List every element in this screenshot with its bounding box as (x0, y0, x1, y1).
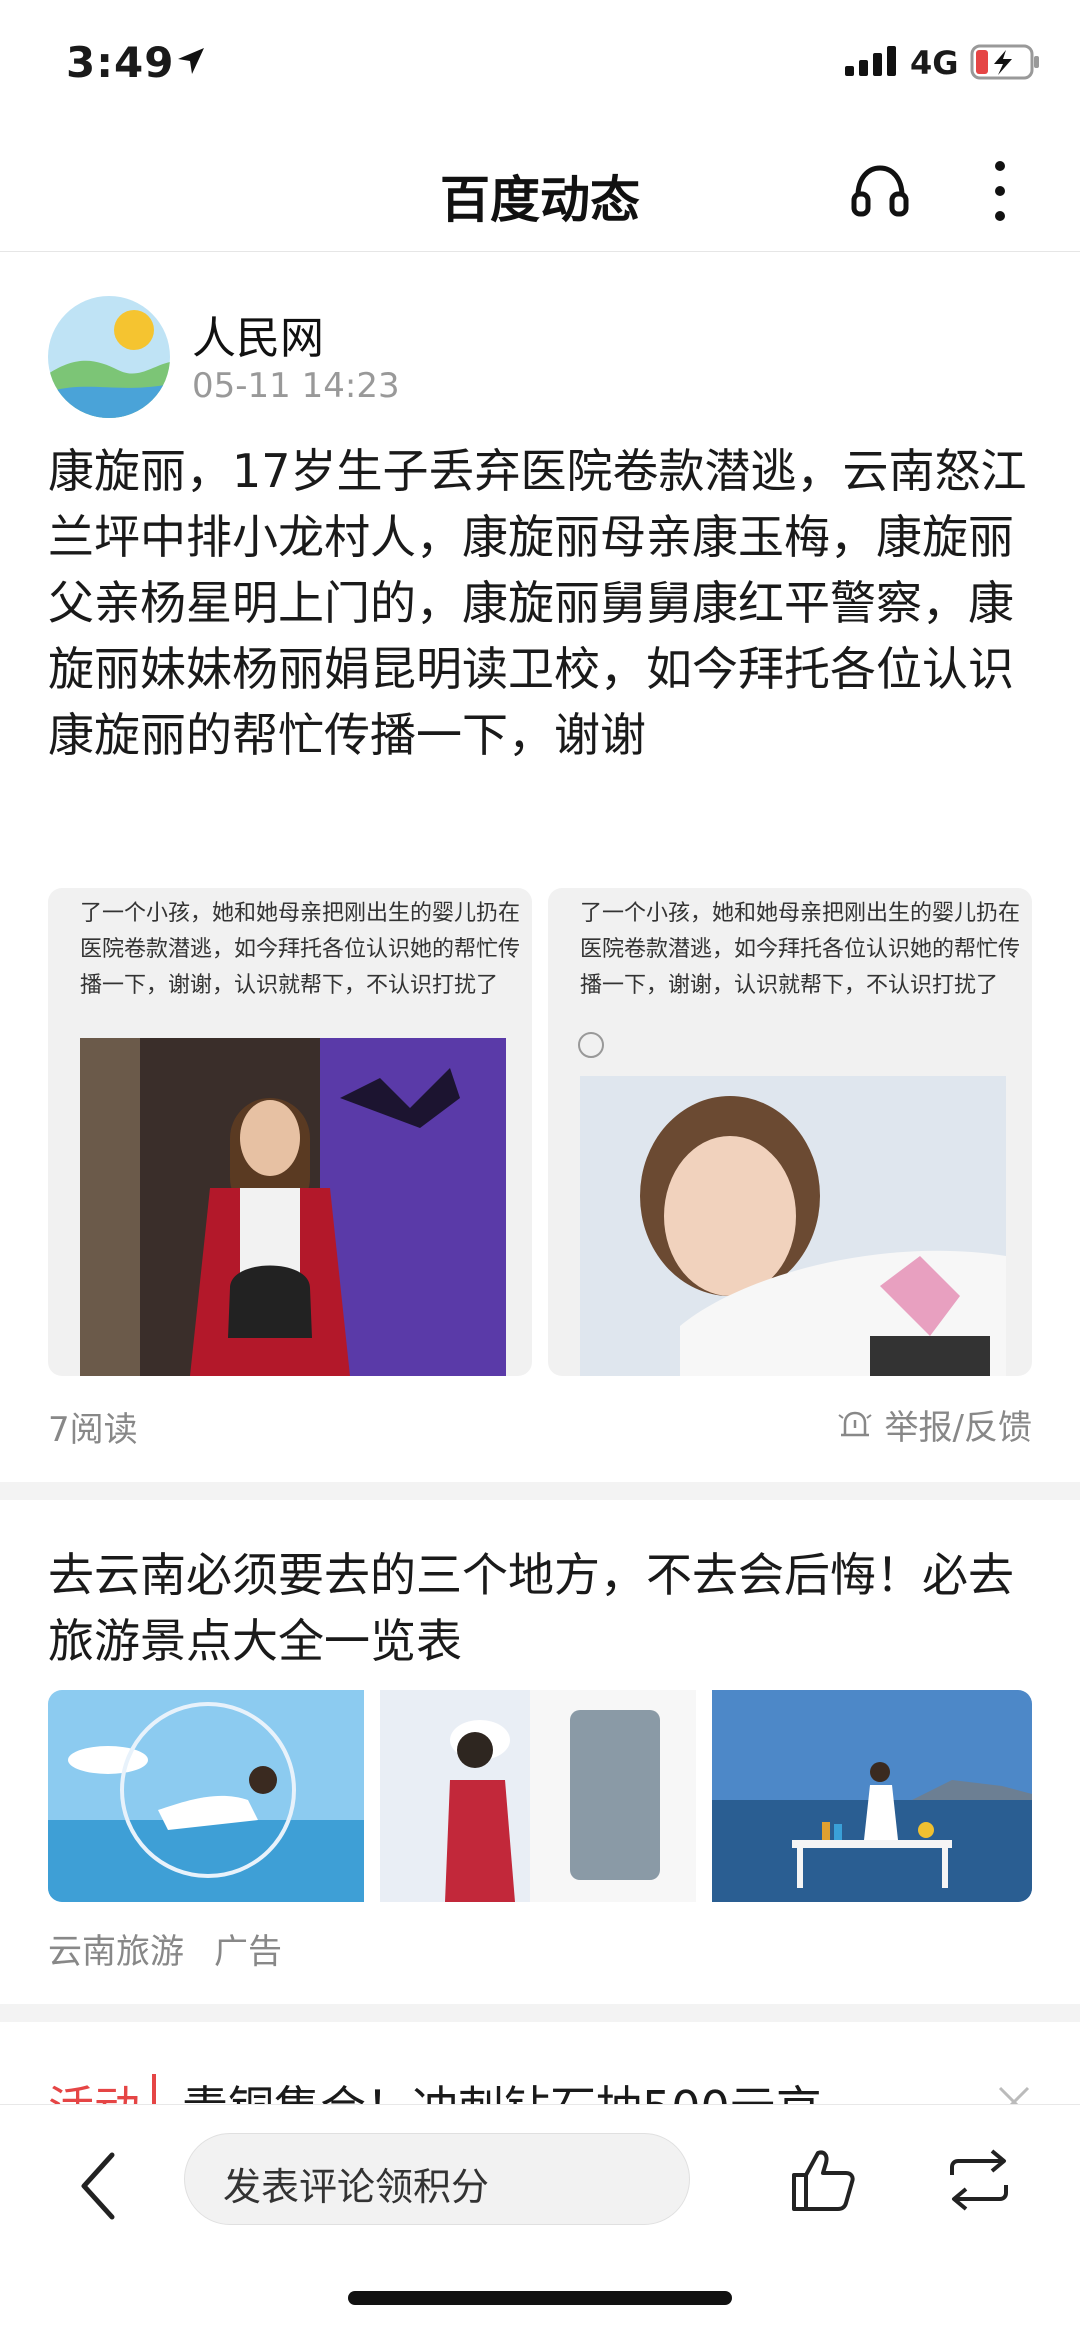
repost-icon[interactable] (944, 2145, 1014, 2215)
status-bar: 3:49 4G (0, 0, 1080, 130)
ad-card[interactable]: 去云南必须要去的三个地方，不去会后悔！必去旅游景点大全一览表 云南旅游 广告 (0, 1502, 1080, 2002)
section-divider (0, 1482, 1080, 1500)
post-card: 人民网 05-11 14:23 康旋丽，17岁生子丢弃医院卷款潜逃，云南怒江兰坪… (0, 252, 1080, 1482)
report-label: 举报/反馈 (884, 1408, 1032, 1448)
bottom-bar: 发表评论领积分 (0, 2104, 1080, 2338)
headset-icon[interactable] (848, 158, 912, 222)
thumbs-up-icon[interactable] (788, 2145, 858, 2215)
status-time: 3:49 (66, 38, 175, 87)
ad-image-2 (380, 1690, 696, 1902)
ad-images[interactable] (48, 1690, 1032, 1902)
signal-icon (845, 46, 896, 76)
comment-placeholder: 发表评论领积分 (223, 2165, 490, 2209)
post-text: 康旋丽，17岁生子丢弃医院卷款潜逃，云南怒江兰坪中排小龙村人，康旋丽母亲康玉梅，… (48, 444, 1027, 762)
ad-source: 云南旅游 (48, 1932, 184, 1972)
report-button[interactable]: 举报/反馈 (837, 1400, 1032, 1449)
post-time: 05-11 14:23 (192, 366, 400, 406)
screenshot-caption: 了一个小孩，她和她母亲把刚出生的婴儿扔在医院卷款潜逃，如今拜托各位认识她的帮忙传… (580, 901, 1021, 998)
page-title: 百度动态 (440, 171, 640, 229)
location-arrow-icon (178, 48, 204, 74)
post-image-right[interactable]: 了一个小孩，她和她母亲把刚出生的婴儿扔在医院卷款潜逃，如今拜托各位认识她的帮忙传… (548, 888, 1032, 1376)
screenshot-caption: 了一个小孩，她和她母亲把刚出生的婴儿扔在医院卷款潜逃，如今拜托各位认识她的帮忙传… (80, 901, 521, 998)
ad-badge: 广告 (214, 1932, 282, 1972)
ad-image-1 (48, 1690, 364, 1902)
ad-title[interactable]: 去云南必须要去的三个地方，不去会后悔！必去旅游景点大全一览表 (48, 1542, 1038, 1674)
comment-input[interactable]: 发表评论领积分 (184, 2133, 690, 2225)
post-images: 了一个小孩，她和她母亲把刚出生的婴儿扔在医院卷款潜逃，如今拜托各位认识她的帮忙传… (48, 888, 1032, 1376)
author-name[interactable]: 人民网 (192, 302, 324, 366)
radio-circle-icon (578, 1032, 604, 1058)
more-vertical-icon[interactable] (982, 156, 1018, 226)
avatar[interactable] (48, 296, 170, 418)
back-chevron-icon[interactable] (70, 2141, 126, 2231)
woman-photo (80, 1038, 506, 1376)
home-indicator[interactable] (348, 2291, 732, 2305)
battery-charging-icon (970, 44, 1039, 80)
woman-selfie-photo (580, 1076, 1006, 1376)
section-divider (0, 2004, 1080, 2022)
post-image-left[interactable]: 了一个小孩，她和她母亲把刚出生的婴儿扔在医院卷款潜逃，如今拜托各位认识她的帮忙传… (48, 888, 532, 1376)
report-bell-icon (837, 1411, 872, 1436)
nav-bar: 百度动态 (0, 130, 1080, 252)
read-count: 7阅读 (48, 1410, 138, 1450)
ad-image-3 (712, 1690, 1032, 1902)
network-type: 4G (910, 44, 959, 82)
